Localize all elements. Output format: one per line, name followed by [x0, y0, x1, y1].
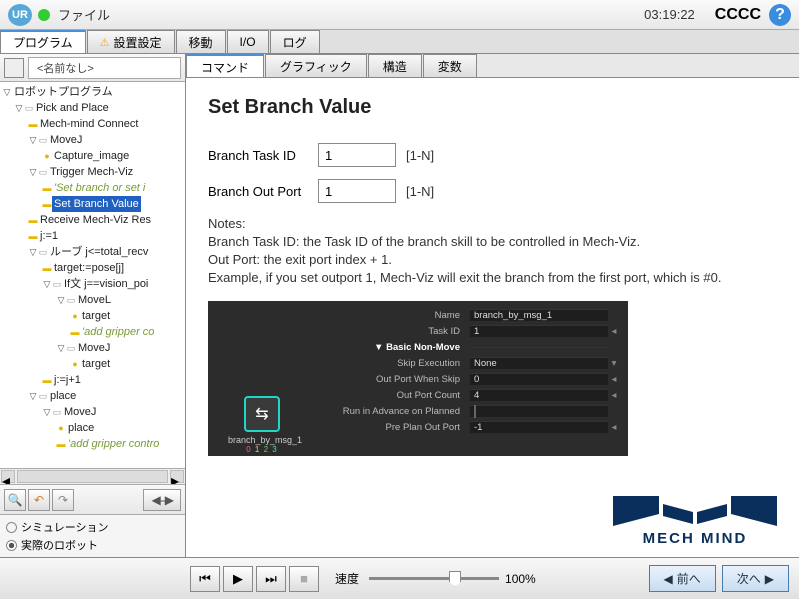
- ur-logo: UR: [8, 4, 32, 26]
- tree-selected: Set Branch Value: [52, 196, 141, 212]
- next-button[interactable]: 次へ ▶: [722, 565, 789, 592]
- tab-log[interactable]: ログ: [270, 30, 320, 53]
- left-panel: <名前なし> ▽ロボットプログラム ▽▭Pick and Place ▬Mech…: [0, 54, 186, 557]
- status-dot: [38, 9, 50, 21]
- subtab-structure[interactable]: 構造: [368, 54, 422, 77]
- tree-root: ロボットプログラム: [12, 84, 115, 100]
- stop-icon[interactable]: ■: [289, 566, 319, 592]
- preview-table: Namebranch_by_msg_1 Task ID1◂ ▼ Basic No…: [330, 307, 620, 435]
- out-port-input[interactable]: [318, 179, 396, 203]
- tree-hscroll[interactable]: ◂▸: [0, 468, 185, 484]
- arrow-group[interactable]: ◀---▶: [143, 489, 181, 511]
- radio-real-robot[interactable]: 実際のロボット: [6, 537, 179, 553]
- play-icon[interactable]: ▶: [223, 566, 253, 592]
- out-port-label: Branch Out Port: [208, 184, 318, 199]
- speed-value: 100%: [505, 572, 536, 586]
- detail-pane: Set Branch Value Branch Task ID [1-N] Br…: [186, 78, 799, 557]
- clock: 03:19:22: [644, 7, 695, 22]
- skip-back-icon[interactable]: ⏮: [190, 566, 220, 592]
- task-id-range: [1-N]: [406, 148, 434, 163]
- subtab-command[interactable]: コマンド: [186, 54, 264, 77]
- right-panel: コマンド グラフィック 構造 変数 Set Branch Value Branc…: [186, 54, 799, 557]
- prev-button[interactable]: ◀ 前へ: [649, 565, 716, 592]
- cccc-label: CCCC: [715, 6, 761, 24]
- detail-title: Set Branch Value: [208, 96, 777, 119]
- skip-fwd-icon[interactable]: ⏭: [256, 566, 286, 592]
- tree-buttons: 🔍 ↶ ↷ ◀---▶: [0, 484, 185, 514]
- redo-icon[interactable]: ↷: [52, 489, 74, 511]
- program-tree[interactable]: ▽ロボットプログラム ▽▭Pick and Place ▬Mech-mind C…: [0, 82, 185, 468]
- speed-label: 速度: [335, 570, 359, 587]
- sub-tabs: コマンド グラフィック 構造 変数: [186, 54, 799, 78]
- file-menu[interactable]: ファイル: [58, 5, 110, 24]
- tab-move[interactable]: 移動: [176, 30, 226, 53]
- main-tabs: プログラム ⚠設置設定 移動 I/O ログ: [0, 30, 799, 54]
- notes: Notes: Branch Task ID: the Task ID of th…: [208, 215, 777, 287]
- branch-icon: ⇆: [244, 396, 280, 432]
- radio-simulation[interactable]: シミュレーション: [6, 519, 179, 535]
- subtab-graphic[interactable]: グラフィック: [265, 54, 367, 77]
- warning-icon: ⚠: [100, 36, 110, 49]
- playback-controls: ⏮ ▶ ⏭ ■: [190, 566, 319, 592]
- search-icon[interactable]: 🔍: [4, 489, 26, 511]
- help-icon[interactable]: ?: [769, 4, 791, 26]
- mode-radios: シミュレーション 実際のロボット: [0, 514, 185, 557]
- task-id-label: Branch Task ID: [208, 148, 318, 163]
- out-port-range: [1-N]: [406, 184, 434, 199]
- mechmind-logo: MECH MIND: [613, 496, 777, 547]
- tab-io[interactable]: I/O: [227, 30, 269, 53]
- subtab-variable[interactable]: 変数: [423, 54, 477, 77]
- tab-install[interactable]: ⚠設置設定: [87, 30, 175, 53]
- tab-program[interactable]: プログラム: [0, 30, 86, 53]
- task-id-input[interactable]: [318, 143, 396, 167]
- topbar: UR ファイル 03:19:22 CCCC ?: [0, 0, 799, 30]
- preview-node: ⇆ branch_by_msg_1 0 1 2 3: [228, 396, 296, 454]
- left-toolbar: <名前なし>: [0, 54, 185, 82]
- speed-slider[interactable]: [369, 571, 499, 587]
- program-name[interactable]: <名前なし>: [28, 57, 181, 79]
- mechviz-preview: ⇆ branch_by_msg_1 0 1 2 3 Namebranch_by_…: [208, 301, 628, 456]
- undo-icon[interactable]: ↶: [28, 489, 50, 511]
- save-icon[interactable]: [4, 58, 24, 78]
- bottom-bar: ⏮ ▶ ⏭ ■ 速度 100% ◀ 前へ 次へ ▶: [0, 557, 799, 599]
